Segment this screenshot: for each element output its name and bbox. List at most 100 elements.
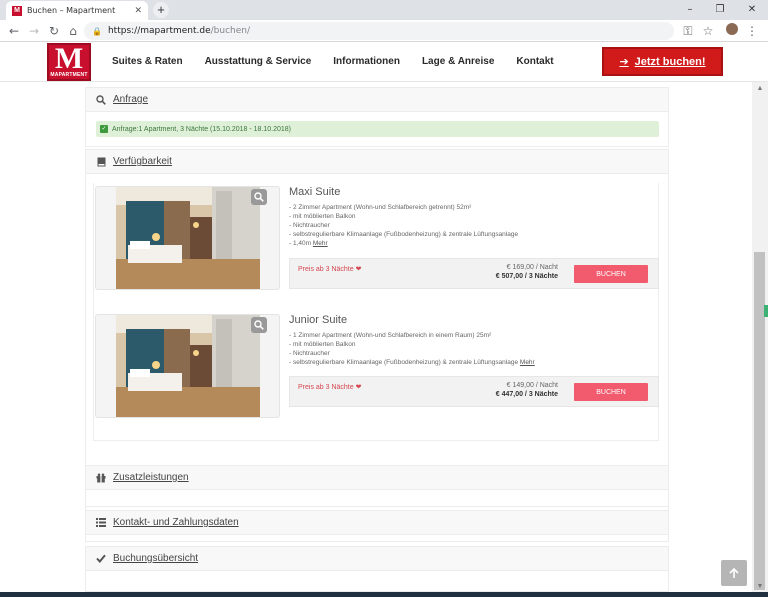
panel-contact-title: Kontakt- und Zahlungsdaten [113,517,239,528]
nav-item-ausstattung[interactable]: Ausstattung & Service [205,56,312,67]
nav-item-lage[interactable]: Lage & Anreise [422,56,494,67]
back-icon[interactable]: ← [6,23,22,39]
price-from-toggle[interactable]: Preis ab 3 Nächte ❤ [298,383,361,391]
browser-tab[interactable]: M Buchen – Mapartment ✕ [6,1,148,20]
request-summary-alert: ✓ Anfrage:1 Apartment, 3 Nächte (15.10.2… [96,121,659,137]
chevron-down-icon: ❤ [355,383,362,391]
price-per-night: € 169,00 / Nacht [506,264,558,271]
room-feature: - 1 Zimmer Apartment (Wohn-und Schlafber… [289,332,492,339]
more-link[interactable]: Mehr [313,240,328,247]
logo-letter: M [54,42,84,75]
panel-extras: Zusatzleistungen [85,465,669,507]
new-tab-button[interactable]: + [153,2,169,18]
arrow-up-icon [729,567,739,578]
maximize-icon[interactable]: ❐ [706,0,734,20]
logo-wordmark: MAPARTMENT [50,72,88,78]
favicon-icon: M [12,5,22,16]
tab-close-icon[interactable]: ✕ [134,6,142,16]
panel-summary-title: Buchungsübersicht [113,553,199,564]
nav-item-kontakt[interactable]: Kontakt [516,56,553,67]
panel-contact-header[interactable]: Kontakt- und Zahlungsdaten [86,511,668,535]
panel-availability-header[interactable]: Verfügbarkeit [86,150,668,174]
side-edge-tab [764,305,768,317]
url-field[interactable]: 🔒 https://mapartment.de/buchen/ [84,22,674,40]
room-feature: - Nichtraucher [289,350,330,357]
room-image[interactable] [95,186,280,290]
panel-availability-title: Verfügbarkeit [113,156,172,167]
room-description: - 1 Zimmer Apartment (Wohn-und Schlafber… [289,331,535,367]
price-from-label: Preis ab 3 Nächte [298,384,354,391]
room-image[interactable] [95,314,280,418]
address-bar: ← → ↻ ⌂ 🔒 https://mapartment.de/buchen/ … [0,20,768,42]
room-feature: - 1,40m [289,240,312,247]
zoom-icon[interactable] [251,317,267,333]
booking-page: Anfrage ✓ Anfrage:1 Apartment, 3 Nächte … [85,82,669,592]
profile-avatar[interactable] [724,23,740,39]
more-link[interactable]: Mehr [520,359,535,366]
price-total: € 507,00 / 3 Nächte [495,273,558,280]
reload-icon[interactable]: ↻ [46,23,62,39]
search-icon [96,94,106,105]
minimize-icon[interactable]: – [676,0,704,20]
room-photo [116,315,260,417]
price-from-label: Preis ab 3 Nächte [298,266,354,273]
main-navigation: Suites & Raten Ausstattung & Service Inf… [112,56,554,67]
panel-anfrage-header[interactable]: Anfrage [86,88,668,112]
book-now-button[interactable]: ➔ Jetzt buchen! [602,47,723,76]
panel-extras-title: Zusatzleistungen [113,472,189,483]
browser-tab-bar: M Buchen – Mapartment ✕ + – ❐ ✕ [0,0,768,20]
chevron-down-icon: ❤ [355,265,362,273]
price-box: Preis ab 3 Nächte ❤ € 169,00 / Nacht € 5… [289,258,659,289]
room-photo [116,187,260,289]
tab-title: Buchen – Mapartment [27,6,116,15]
room-feature: - mit möblierten Balkon [289,213,356,220]
forward-icon[interactable]: → [26,23,42,39]
book-room-button[interactable]: BUCHEN [574,265,648,283]
scrollbar-thumb[interactable] [754,252,765,590]
request-summary-text: Anfrage:1 Apartment, 3 Nächte (15.10.201… [112,125,292,133]
room-title: Maxi Suite [289,186,341,198]
arrow-right-icon: ➔ [619,55,629,68]
zoom-icon[interactable] [251,189,267,205]
window-close-icon[interactable]: ✕ [738,0,766,20]
panel-anfrage: Anfrage [85,87,669,147]
panel-extras-header[interactable]: Zusatzleistungen [86,466,668,490]
panel-contact-payment: Kontakt- und Zahlungsdaten [85,510,669,542]
brand-logo[interactable]: M MAPARTMENT [47,43,91,81]
list-icon [96,518,106,528]
scroll-up-icon[interactable]: ▲ [752,82,768,96]
taskbar-strip [0,592,768,597]
price-from-toggle[interactable]: Preis ab 3 Nächte ❤ [298,265,361,273]
price-per-night: € 149,00 / Nacht [506,382,558,389]
key-icon[interactable]: ⚿ [680,23,696,39]
panel-summary-header[interactable]: Buchungsübersicht [86,547,668,571]
price-box: Preis ab 3 Nächte ❤ € 149,00 / Nacht € 4… [289,376,659,407]
book-now-label: Jetzt buchen! [634,55,706,68]
book-icon [96,157,106,167]
nav-item-informationen[interactable]: Informationen [333,56,400,67]
bookmark-star-icon[interactable]: ☆ [700,23,716,39]
lock-icon: 🔒 [92,26,102,36]
room-feature: - mit möblierten Balkon [289,341,356,348]
scroll-down-icon[interactable]: ▼ [752,582,768,592]
menu-dots-icon[interactable]: ⋮ [744,23,760,39]
home-icon[interactable]: ⌂ [65,23,81,39]
url-host: https://mapartment.de [107,26,211,36]
checkmark-icon [96,554,106,564]
gift-icon [96,473,106,483]
url-path: /buchen/ [210,26,250,36]
book-room-button[interactable]: BUCHEN [574,383,648,401]
panel-anfrage-title: Anfrage [113,94,149,105]
room-feature: - Nichtraucher [289,222,330,229]
back-to-top-button[interactable] [721,560,747,586]
room-description: - 2 Zimmer Apartment (Wohn-und Schlafber… [289,203,518,248]
site-header: M MAPARTMENT Suites & Raten Ausstattung … [0,42,768,82]
room-feature: - selbstregulierbare Klimaanlage (Fußbod… [289,231,519,238]
room-feature: - 2 Zimmer Apartment (Wohn-und Schlafber… [289,204,472,211]
room-title: Junior Suite [289,314,348,326]
panel-summary: Buchungsübersicht [85,546,669,592]
nav-item-suites[interactable]: Suites & Raten [112,56,183,67]
checkbox-checked-icon: ✓ [100,125,108,133]
room-feature: - selbstregulierbare Klimaanlage (Fußbod… [289,359,519,366]
price-total: € 447,00 / 3 Nächte [495,391,558,398]
